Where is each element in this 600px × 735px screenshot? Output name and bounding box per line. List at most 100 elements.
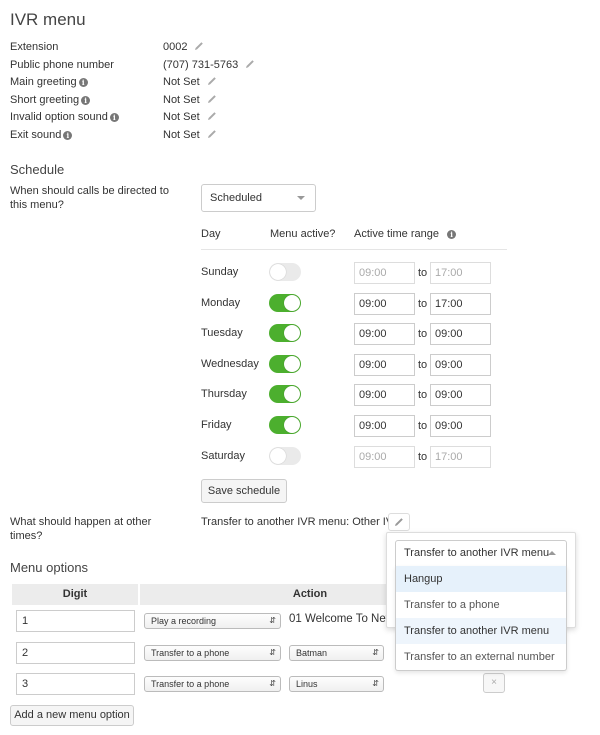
info-icon[interactable]: i: [109, 113, 119, 123]
page-title: IVR menu: [10, 10, 86, 29]
target-select-value: Batman: [296, 647, 328, 658]
menu-active-toggle[interactable]: [269, 354, 301, 373]
property-label: Short greeting i: [10, 94, 91, 106]
digit-input[interactable]: 1: [16, 610, 135, 632]
property-label-text: Invalid option sound: [10, 111, 108, 124]
end-time-input[interactable]: 17:00: [430, 262, 491, 284]
col-menu-active: Menu active?: [270, 228, 336, 240]
target-select[interactable]: Batman ⇵: [289, 644, 384, 661]
toggle-knob: [284, 386, 300, 403]
end-time-input[interactable]: 17:00: [430, 292, 491, 315]
property-value: Not Set: [163, 129, 217, 141]
start-time-input[interactable]: 09:00: [354, 292, 415, 315]
target-select[interactable]: Linus ⇵: [289, 676, 384, 692]
target-recording: 01 Welcome To New: [289, 613, 395, 625]
action-select[interactable]: Transfer to a phone ⇵: [144, 644, 281, 661]
remove-option-button[interactable]: ×: [483, 673, 505, 693]
col-digit: Digit: [12, 584, 138, 605]
start-time-input[interactable]: 09:00: [354, 445, 415, 468]
property-value-text: Not Set: [163, 129, 200, 141]
digit-input[interactable]: 2: [16, 641, 135, 664]
start-time-input[interactable]: 09:00: [354, 415, 415, 437]
toggle-knob: [270, 264, 286, 280]
schedule-question: When should calls be directed to this me…: [10, 185, 169, 211]
day-label: Friday: [201, 419, 232, 431]
menu-active-toggle[interactable]: [269, 324, 301, 343]
info-icon[interactable]: i: [63, 131, 73, 140]
col-day: Day: [201, 228, 221, 240]
chevron-up-icon: [548, 551, 556, 555]
dropdown-option[interactable]: Transfer to a phone: [396, 592, 566, 618]
popover-options-list: Hangup Transfer to a phone Transfer to ano…: [395, 566, 567, 671]
other-times-value: Transfer to another IVR menu: Other IVR: [201, 516, 402, 528]
day-label: Sunday: [201, 266, 239, 278]
day-label: Wednesday: [201, 357, 259, 370]
save-schedule-button[interactable]: Save schedule: [201, 479, 287, 503]
pencil-icon[interactable]: [207, 76, 217, 86]
toggle-knob: [284, 355, 300, 372]
menu-active-toggle[interactable]: [269, 446, 301, 465]
start-time-input[interactable]: 09:00: [354, 353, 415, 376]
pencil-icon[interactable]: [245, 59, 255, 69]
dropdown-option[interactable]: Transfer to an external number: [396, 644, 566, 670]
toggle-knob: [284, 325, 300, 342]
start-time-input[interactable]: 09:00: [354, 323, 415, 346]
schedule-mode-value: Scheduled: [210, 192, 262, 204]
property-label: Public phone number: [10, 59, 114, 71]
dropdown-option[interactable]: Transfer to another IVR menu: [396, 618, 566, 644]
property-label-text: Main greeting: [10, 76, 77, 89]
end-time-input[interactable]: 09:00: [430, 323, 491, 346]
edit-other-times-button[interactable]: [388, 513, 410, 531]
info-icon[interactable]: i: [447, 230, 457, 239]
menu-active-toggle[interactable]: [269, 416, 301, 434]
property-value: (707) 731-5763: [163, 59, 255, 71]
property-value: 0002: [163, 41, 204, 53]
day-label: Tuesday: [201, 327, 243, 340]
updown-arrows-icon: ⇵: [269, 616, 276, 625]
start-time-input[interactable]: 09:00: [354, 262, 415, 284]
action-select-value: Play a recording: [151, 616, 217, 626]
pencil-icon[interactable]: [194, 41, 204, 51]
menu-active-toggle[interactable]: [269, 263, 301, 281]
info-icon[interactable]: i: [78, 78, 88, 88]
property-value: Not Set: [163, 76, 217, 88]
pencil-icon[interactable]: [207, 129, 217, 139]
end-time-input[interactable]: 17:00: [430, 445, 491, 468]
action-select[interactable]: Play a recording ⇵: [144, 613, 281, 629]
end-time-input[interactable]: 09:00: [430, 353, 491, 376]
menu-active-toggle[interactable]: [269, 385, 301, 404]
dropdown-option[interactable]: Hangup: [396, 566, 566, 592]
menu-active-toggle[interactable]: [269, 293, 301, 312]
property-value-text: Not Set: [163, 111, 200, 124]
to-label: to: [418, 297, 428, 310]
popover-selected-value: Transfer to another IVR menu: [404, 547, 550, 559]
other-times-question: What should happen at other times?: [10, 516, 152, 542]
day-label: Thursday: [201, 388, 247, 401]
to-label: to: [418, 358, 428, 371]
property-label-text: Public phone number: [10, 58, 114, 71]
schedule-divider: [201, 249, 507, 250]
toggle-knob: [270, 447, 286, 464]
property-value-text: (707) 731-5763: [163, 58, 239, 71]
to-label: to: [418, 420, 428, 432]
toggle-knob: [284, 294, 300, 311]
property-value-text: Not Set: [163, 76, 200, 89]
info-icon[interactable]: i: [81, 95, 91, 105]
start-time-input[interactable]: 09:00: [354, 384, 415, 407]
popover-action-select[interactable]: Transfer to another IVR menu: [395, 540, 567, 567]
pencil-icon[interactable]: [207, 94, 217, 104]
end-time-input[interactable]: 09:00: [430, 384, 491, 407]
schedule-mode-select[interactable]: Scheduled: [201, 184, 316, 212]
end-time-input[interactable]: 09:00: [430, 415, 491, 437]
day-label: Saturday: [201, 449, 246, 462]
action-select[interactable]: Transfer to a phone ⇵: [144, 676, 281, 692]
digit-input[interactable]: 3: [16, 673, 135, 695]
pencil-icon[interactable]: [207, 111, 217, 121]
property-value: Not Set: [163, 111, 217, 123]
property-label: Main greeting i: [10, 76, 88, 88]
add-menu-option-button[interactable]: Add a new menu option: [10, 705, 134, 726]
updown-arrows-icon: ⇵: [372, 679, 379, 688]
schedule-heading: Schedule: [10, 162, 65, 177]
property-label: Invalid option sound i: [10, 111, 119, 123]
property-label-text: Extension: [10, 41, 59, 53]
